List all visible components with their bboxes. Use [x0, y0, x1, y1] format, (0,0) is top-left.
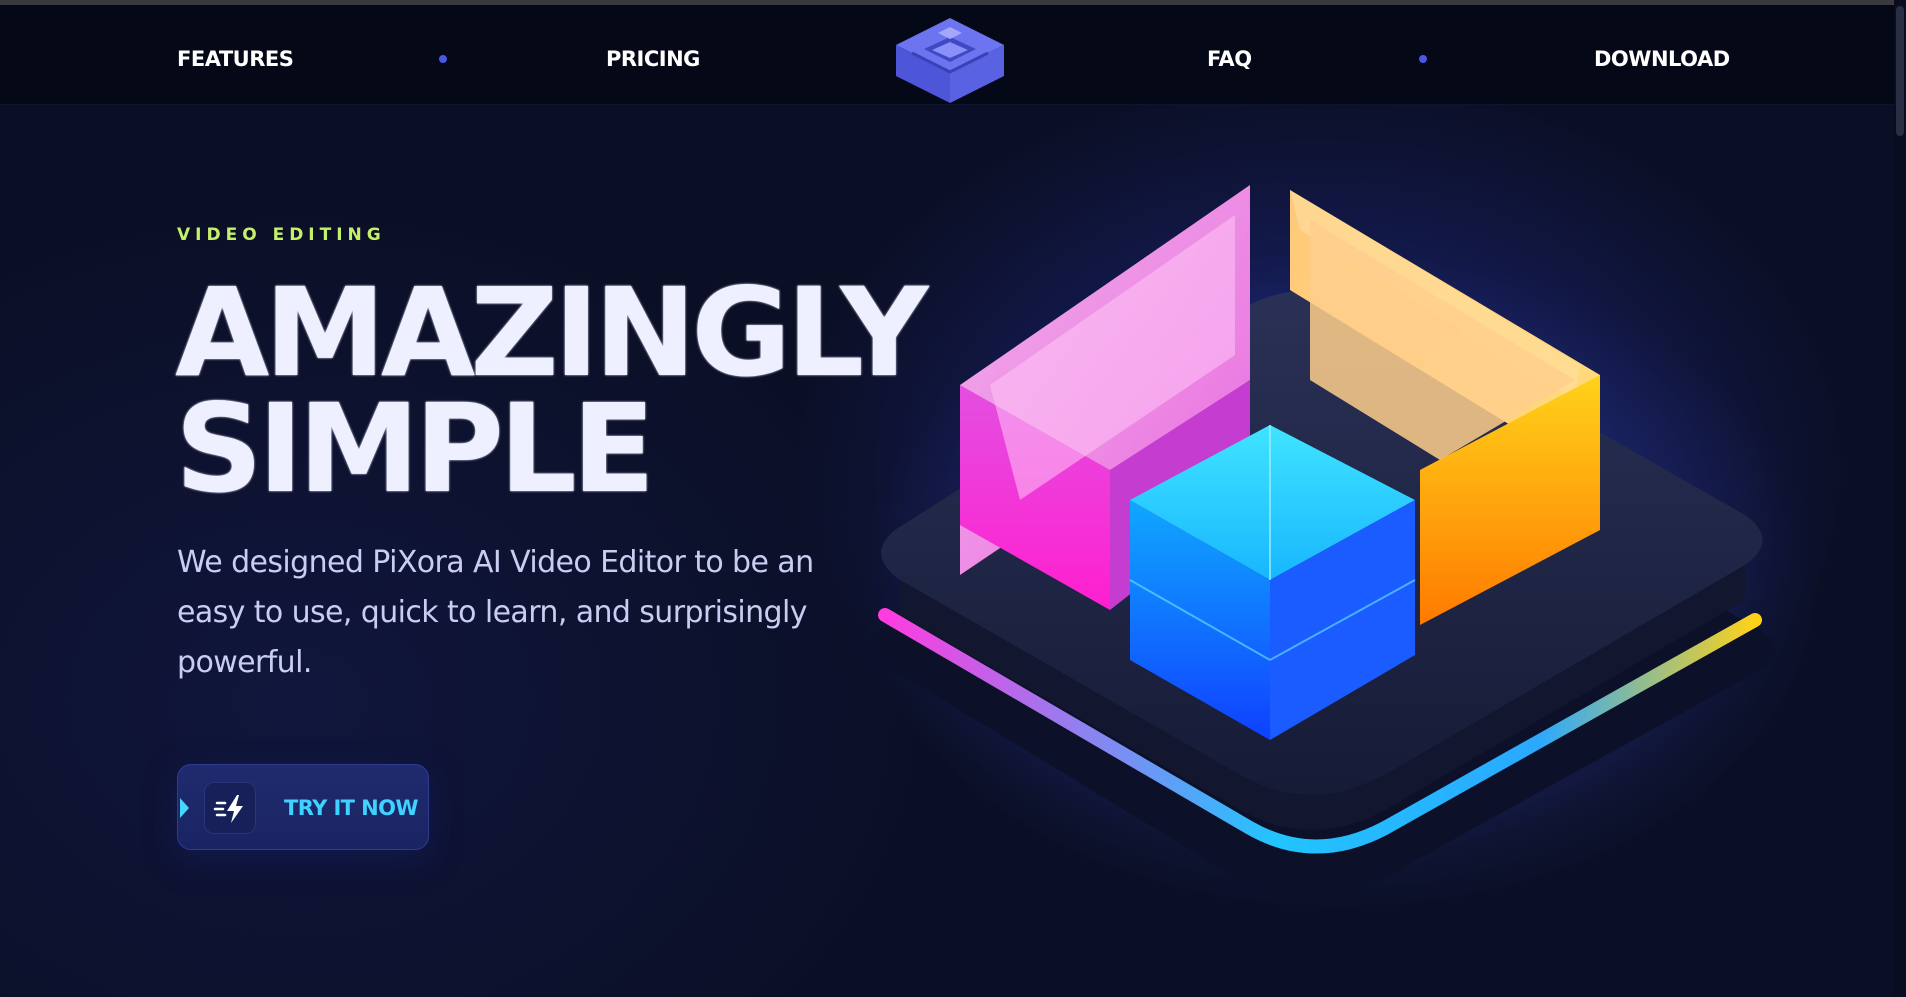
scrollbar-thumb[interactable] — [1896, 6, 1904, 136]
nav-link-faq[interactable]: FAQ — [1207, 47, 1252, 71]
hero-headline: AMAZINGLY SIMPLE — [175, 262, 928, 520]
lightning-icon — [213, 795, 243, 823]
nav-link-download[interactable]: DOWNLOAD — [1594, 47, 1730, 71]
try-it-now-button[interactable]: TRY IT NOW — [177, 764, 429, 850]
hero-description: We designed PiXora AI Video Editor to be… — [177, 545, 814, 680]
landing-page: FEATURES PRICING FAQ DOWNLOAD VIDEO EDIT… — [0, 0, 1906, 997]
nav-separator-dot — [439, 55, 447, 63]
play-arrow-icon — [180, 798, 189, 818]
hero-eyebrow: VIDEO EDITING — [177, 225, 386, 245]
cta-icon-box — [204, 782, 256, 834]
layers-logo-icon[interactable] — [894, 15, 1006, 105]
hero-headline-line2: SIMPLE — [175, 378, 655, 520]
glass-blocks-illustration — [860, 185, 1820, 910]
top-navbar: FEATURES PRICING FAQ DOWNLOAD — [0, 5, 1906, 105]
window-scrollbar[interactable] — [1894, 0, 1906, 997]
nav-link-pricing[interactable]: PRICING — [606, 47, 700, 71]
try-it-now-label: TRY IT NOW — [284, 796, 419, 820]
hero-headline-line1: AMAZINGLY — [175, 262, 928, 404]
nav-link-features[interactable]: FEATURES — [177, 47, 294, 71]
nav-separator-dot — [1419, 55, 1427, 63]
